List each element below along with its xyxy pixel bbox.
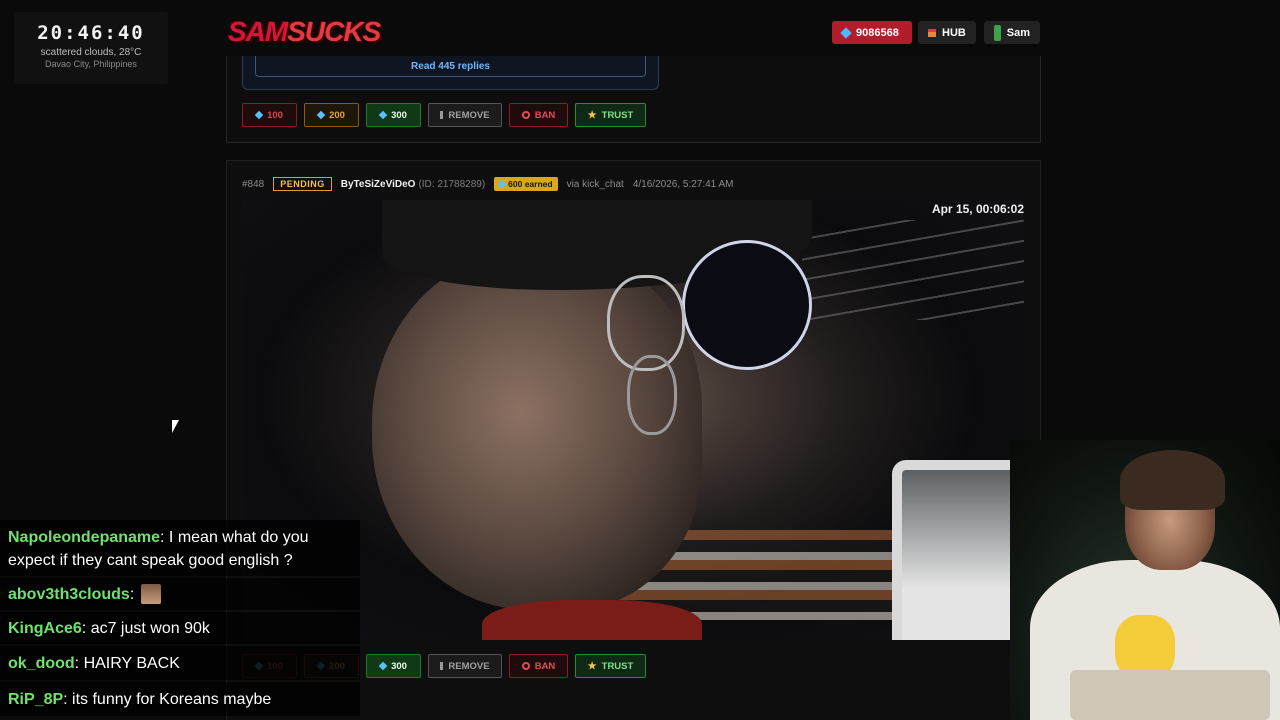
chat-message: ok_dood: HAIRY BACK xyxy=(0,646,360,680)
clock-time: 20:46:40 xyxy=(37,22,145,44)
ban-label: BAN xyxy=(534,660,556,672)
trash-icon xyxy=(440,662,444,670)
trust-button[interactable]: ★ TRUST xyxy=(575,654,646,678)
ban-button[interactable]: BAN xyxy=(509,654,568,678)
video-glasses-lens xyxy=(627,355,677,435)
clip-source: via kick_chat xyxy=(566,178,624,190)
video-shirt xyxy=(482,600,702,640)
hub-button[interactable]: HUB xyxy=(918,21,976,44)
chat-username: KingAce6 xyxy=(8,619,82,637)
chat-username: Napoleondepaname xyxy=(8,529,161,546)
trash-icon xyxy=(440,111,444,119)
gem-icon xyxy=(840,26,852,39)
previous-card-actions: 100 200 300 REMOVE BAN ★ TRUST xyxy=(242,103,646,127)
hub-label: HUB xyxy=(942,26,966,39)
streamer-webcam xyxy=(1010,440,1280,720)
clip-meta: #848 PENDING ByTeSiZeViDeO (ID: 21788289… xyxy=(242,176,733,192)
mouse-cursor-icon xyxy=(172,420,179,433)
clock-weather: scattered clouds, 28°C xyxy=(40,47,142,58)
house-icon xyxy=(928,28,936,37)
trust-label: TRUST xyxy=(601,109,634,121)
chat-message: KingAce6: ac7 just won 90k xyxy=(0,612,360,644)
gem-icon xyxy=(254,110,264,120)
trust-button[interactable]: ★ TRUST xyxy=(575,103,646,127)
remove-label: REMOVE xyxy=(448,109,490,121)
stream-chat: Napoleondepaname: I mean what do you exp… xyxy=(0,520,360,716)
chat-username: ok_dood xyxy=(8,654,75,672)
ban-icon xyxy=(521,111,530,119)
tip-100-button[interactable]: 100 xyxy=(242,103,297,127)
balance-button[interactable]: 9086568 xyxy=(832,21,912,44)
user-label: Sam xyxy=(1006,26,1030,39)
tip-300-label: 300 xyxy=(391,109,407,121)
logo-text-sucks: SUCKS xyxy=(287,16,381,47)
trust-label: TRUST xyxy=(601,660,634,672)
earned-badge: 600 earned xyxy=(494,177,558,191)
read-replies-button[interactable]: Read 445 replies xyxy=(255,56,646,77)
chat-text: HAIRY BACK xyxy=(83,654,180,672)
video-ceiling-lines xyxy=(802,220,1024,320)
star-icon: ★ xyxy=(587,109,597,121)
chat-message: abov3th3clouds: xyxy=(0,578,360,610)
logo-text-sam: SAM xyxy=(228,16,288,47)
site-logo[interactable]: SAMSUCKS xyxy=(228,12,381,52)
chat-text: ac7 just won 90k xyxy=(90,619,210,637)
avatar xyxy=(994,24,1001,41)
submitter-name[interactable]: ByTeSiZeViDeO xyxy=(341,179,416,190)
tip-200-button[interactable]: 200 xyxy=(304,103,359,127)
tip-300-button[interactable]: 300 xyxy=(366,654,421,678)
ban-icon xyxy=(521,662,530,670)
balance-value: 9086568 xyxy=(856,26,899,39)
video-timestamp: Apr 15, 00:06:02 xyxy=(931,202,1024,216)
submitter-id: (ID: 21788289) xyxy=(418,178,486,190)
chat-username: abov3th3clouds xyxy=(8,585,130,603)
gem-icon xyxy=(497,179,507,189)
emote-icon xyxy=(140,584,161,604)
webcam-food-tray xyxy=(1070,670,1270,720)
remove-label: REMOVE xyxy=(448,660,490,672)
clip-id: #848 xyxy=(242,178,265,190)
tip-200-label: 200 xyxy=(329,109,345,121)
video-window xyxy=(892,460,1024,640)
ban-button[interactable]: BAN xyxy=(509,103,568,127)
video-cap-brim xyxy=(682,240,812,370)
tip-300-label: 300 xyxy=(391,660,407,672)
chat-text: its funny for Koreans maybe xyxy=(72,690,272,708)
gem-icon xyxy=(316,110,326,120)
chat-message: RiP_8P: its funny for Koreans maybe xyxy=(0,682,360,716)
earned-label: 600 earned xyxy=(508,179,553,189)
clock-location: Davao City, Philippines xyxy=(45,59,137,69)
tip-100-label: 100 xyxy=(267,109,283,121)
webcam-hair xyxy=(1120,450,1225,510)
ban-label: BAN xyxy=(534,109,556,121)
clip-datetime: 4/16/2026, 5:27:41 AM xyxy=(632,178,734,190)
remove-button[interactable]: REMOVE xyxy=(428,654,502,678)
remove-button[interactable]: REMOVE xyxy=(428,103,502,127)
user-menu-button[interactable]: Sam xyxy=(984,21,1040,44)
gem-icon xyxy=(378,661,388,671)
chat-message: Napoleondepaname: I mean what do you exp… xyxy=(0,520,360,576)
star-icon: ★ xyxy=(587,660,597,672)
clock-widget: 20:46:40 scattered clouds, 28°C Davao Ci… xyxy=(14,12,168,84)
chat-username: RiP_8P xyxy=(8,690,64,708)
tip-300-button[interactable]: 300 xyxy=(366,103,421,127)
gem-icon xyxy=(378,110,388,120)
status-badge: PENDING xyxy=(273,177,332,191)
